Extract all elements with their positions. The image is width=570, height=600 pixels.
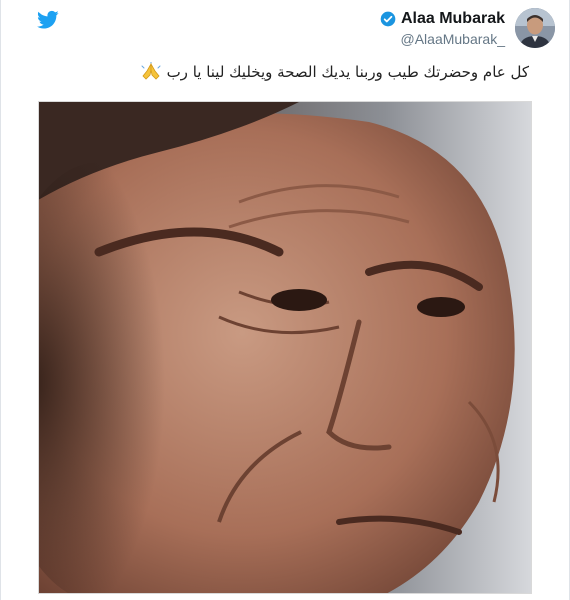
author-handle[interactable]: @AlaaMubarak_ (380, 31, 506, 47)
verified-badge-icon (380, 11, 396, 27)
twitter-bird-icon[interactable] (37, 10, 59, 30)
author-names: Alaa Mubarak @AlaaMubarak_ (380, 10, 505, 47)
avatar-image (515, 8, 555, 48)
tweet-card: Alaa Mubarak @AlaaMubarak_ كل عام وحضرتك… (0, 0, 570, 600)
tweet-photo[interactable] (38, 101, 532, 594)
avatar[interactable] (515, 8, 555, 48)
name-row: Alaa Mubarak (380, 10, 505, 28)
author-display-name[interactable]: Alaa Mubarak (401, 10, 505, 28)
tweet-header: Alaa Mubarak @AlaaMubarak_ (380, 8, 555, 48)
portrait-photo (39, 102, 531, 593)
tweet-text: كل عام وحضرتك طيب وربنا يديك الصحة ويخلي… (41, 62, 529, 81)
tweet-text-content: كل عام وحضرتك طيب وربنا يديك الصحة ويخلي… (166, 63, 529, 81)
folded-hands-emoji-icon (141, 62, 161, 80)
